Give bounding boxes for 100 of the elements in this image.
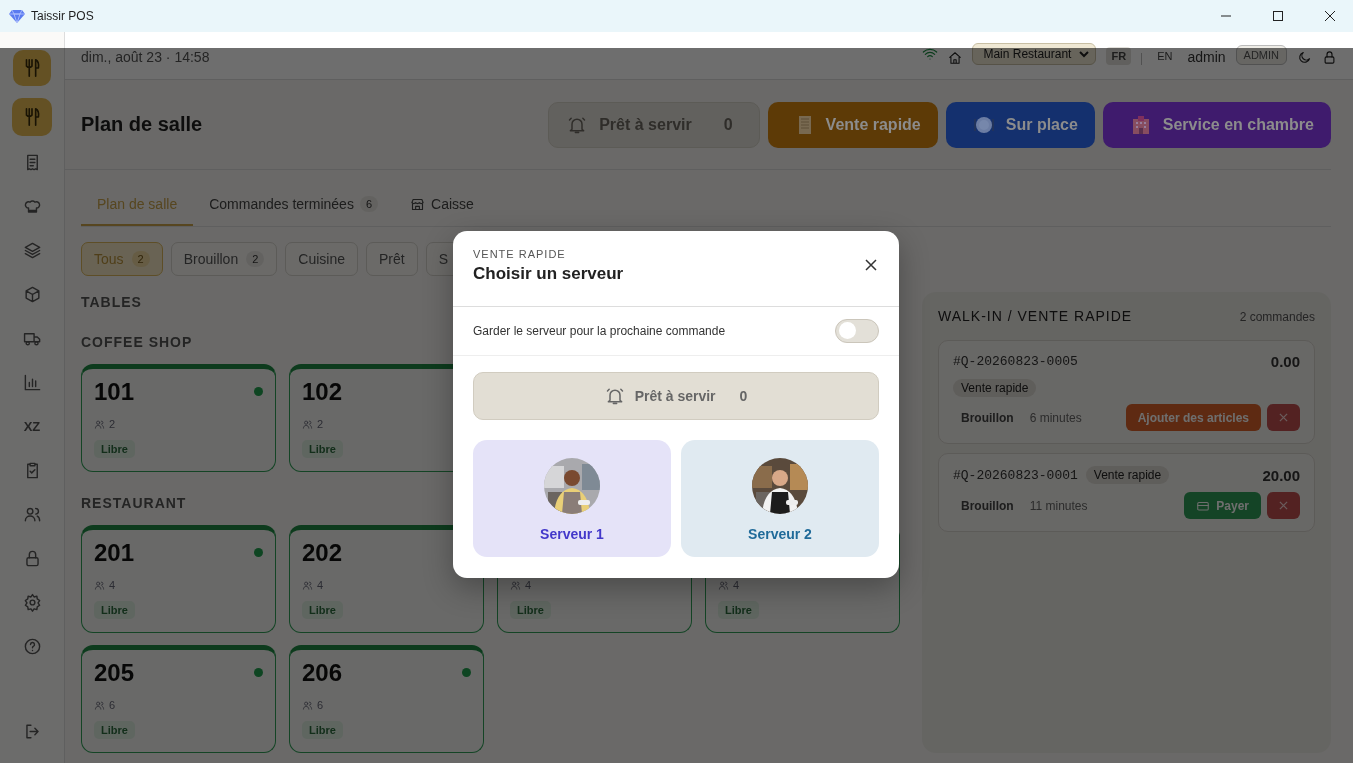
help-icon <box>22 636 42 656</box>
table-card[interactable]: 101 2 Libre <box>81 364 276 472</box>
status-badge: Libre <box>302 721 343 739</box>
table-card[interactable]: 206 6 Libre <box>289 645 484 753</box>
server-card[interactable]: Serveur 2 <box>681 440 879 557</box>
role-badge: ADMIN <box>1235 45 1287 65</box>
panel-title: WALK-IN / VENTE RAPIDE <box>938 308 1133 324</box>
section-heading: COFFEE SHOP <box>81 333 193 352</box>
count-badge: 2 <box>246 251 265 267</box>
chevron-down-icon <box>1079 50 1090 58</box>
pay-button[interactable]: Payer <box>1184 492 1261 519</box>
hotel-icon <box>1130 114 1151 135</box>
user-name: admin <box>1187 49 1226 65</box>
order-age: 6 minutes <box>1029 410 1083 425</box>
filter-chip[interactable]: Tous 2 <box>81 242 163 276</box>
maximize-icon <box>1273 11 1283 21</box>
keep-server-label: Garder le serveur pour la prochaine commande <box>473 324 726 338</box>
count-badge: 6 <box>359 196 379 212</box>
section-heading: RESTAURANT <box>81 494 187 513</box>
guest-count: 6 <box>109 699 116 711</box>
users-icon <box>94 418 105 430</box>
table-number: 206 <box>302 659 343 687</box>
table-card[interactable]: 201 4 Libre <box>81 525 276 633</box>
add-items-button[interactable]: Ajouter des articles <box>1125 404 1261 431</box>
box-icon <box>22 284 42 304</box>
status-badge: Libre <box>302 440 343 458</box>
table-number: 102 <box>302 378 343 406</box>
action-button[interactable]: Sur place <box>945 101 1095 148</box>
tab[interactable]: Commandes terminées 6 <box>193 190 395 226</box>
order-id: #Q-20260823-0001 <box>953 467 1078 483</box>
dialog-eyebrow: VENTE RAPIDE <box>473 248 566 260</box>
status-badge: Libre <box>94 440 135 458</box>
close-icon <box>1279 413 1288 422</box>
home-icon <box>948 51 963 65</box>
order-count: 2 commandes <box>1239 310 1315 324</box>
page-title: Plan de salle <box>81 113 204 136</box>
table-number: 101 <box>94 378 135 406</box>
users-icon <box>302 418 313 430</box>
moon-icon <box>1297 50 1312 65</box>
status-badge: Libre <box>94 601 135 619</box>
table-number: 201 <box>94 539 135 567</box>
table-number: 205 <box>94 659 135 687</box>
tab[interactable]: Plan de salle <box>81 190 194 226</box>
toggle-switch[interactable] <box>835 319 879 343</box>
users-icon <box>510 579 521 591</box>
table-card[interactable]: 202 4 Libre <box>289 525 484 633</box>
filter-chip[interactable]: Prêt <box>366 242 418 276</box>
filter-chip[interactable]: Brouillon 2 <box>170 242 278 276</box>
bell-icon <box>604 386 625 406</box>
order-age: 11 minutes <box>1029 498 1089 513</box>
guest-count: 2 <box>109 418 116 430</box>
status-badge: Libre <box>302 601 343 619</box>
order-status: Brouillon <box>961 498 1014 513</box>
users-icon <box>94 699 105 711</box>
order-tag: Vente rapide <box>1085 466 1170 484</box>
table-card[interactable]: 205 6 Libre <box>81 645 276 753</box>
store-icon <box>410 196 426 212</box>
users-icon <box>718 579 729 591</box>
dialog-title: Choisir un serveur <box>473 264 624 284</box>
section-heading: TABLES <box>81 293 142 312</box>
guest-count: 4 <box>317 579 324 591</box>
order-total: 20.00 <box>1262 466 1300 484</box>
order-total: 0.00 <box>1270 353 1300 370</box>
location-select[interactable]: Main Restaurant <box>972 43 1097 65</box>
cancel-button[interactable] <box>1267 492 1300 519</box>
plate-icon <box>973 114 994 135</box>
close-icon <box>865 259 877 271</box>
users-icon <box>94 579 105 591</box>
count-badge: 2 <box>131 251 150 267</box>
language-button[interactable]: FR <box>1106 47 1132 65</box>
sidebar-item[interactable]: XZ <box>13 408 51 444</box>
tab[interactable]: Caisse <box>394 190 490 226</box>
users-icon <box>302 699 313 711</box>
layers-icon <box>22 240 42 260</box>
sidebar-item[interactable] <box>12 98 52 136</box>
server-card[interactable]: Serveur 1 <box>473 440 671 557</box>
language-button[interactable]: EN <box>1152 47 1178 65</box>
diamond-icon <box>9 9 25 23</box>
action-button[interactable]: Vente rapide <box>767 101 938 148</box>
table-number: 202 <box>302 539 343 567</box>
cancel-button[interactable] <box>1267 404 1300 431</box>
guest-count: 6 <box>317 699 324 711</box>
close-icon <box>1325 11 1335 21</box>
users-icon <box>302 579 313 591</box>
ready-button[interactable]: Prêt à servir 0 <box>473 372 879 420</box>
guest-count: 2 <box>317 418 324 430</box>
settings-icon <box>22 592 42 612</box>
date-time: dim., août 23 · 14:58 <box>81 49 211 65</box>
action-button[interactable]: Service en chambre <box>1102 101 1331 148</box>
lock-icon <box>1322 50 1337 65</box>
guest-count: 4 <box>109 579 116 591</box>
status-badge: Libre <box>510 601 551 619</box>
close-button[interactable] <box>865 259 877 271</box>
order-status: Brouillon <box>961 410 1014 425</box>
order-id: #Q-20260823-0005 <box>953 354 1078 369</box>
filter-chip[interactable]: Cuisine <box>285 242 358 276</box>
order-tag: Vente rapide <box>953 379 1037 397</box>
status-badge: Libre <box>94 721 135 739</box>
close-icon <box>1279 501 1288 510</box>
window-title: Taissir POS <box>31 9 94 23</box>
